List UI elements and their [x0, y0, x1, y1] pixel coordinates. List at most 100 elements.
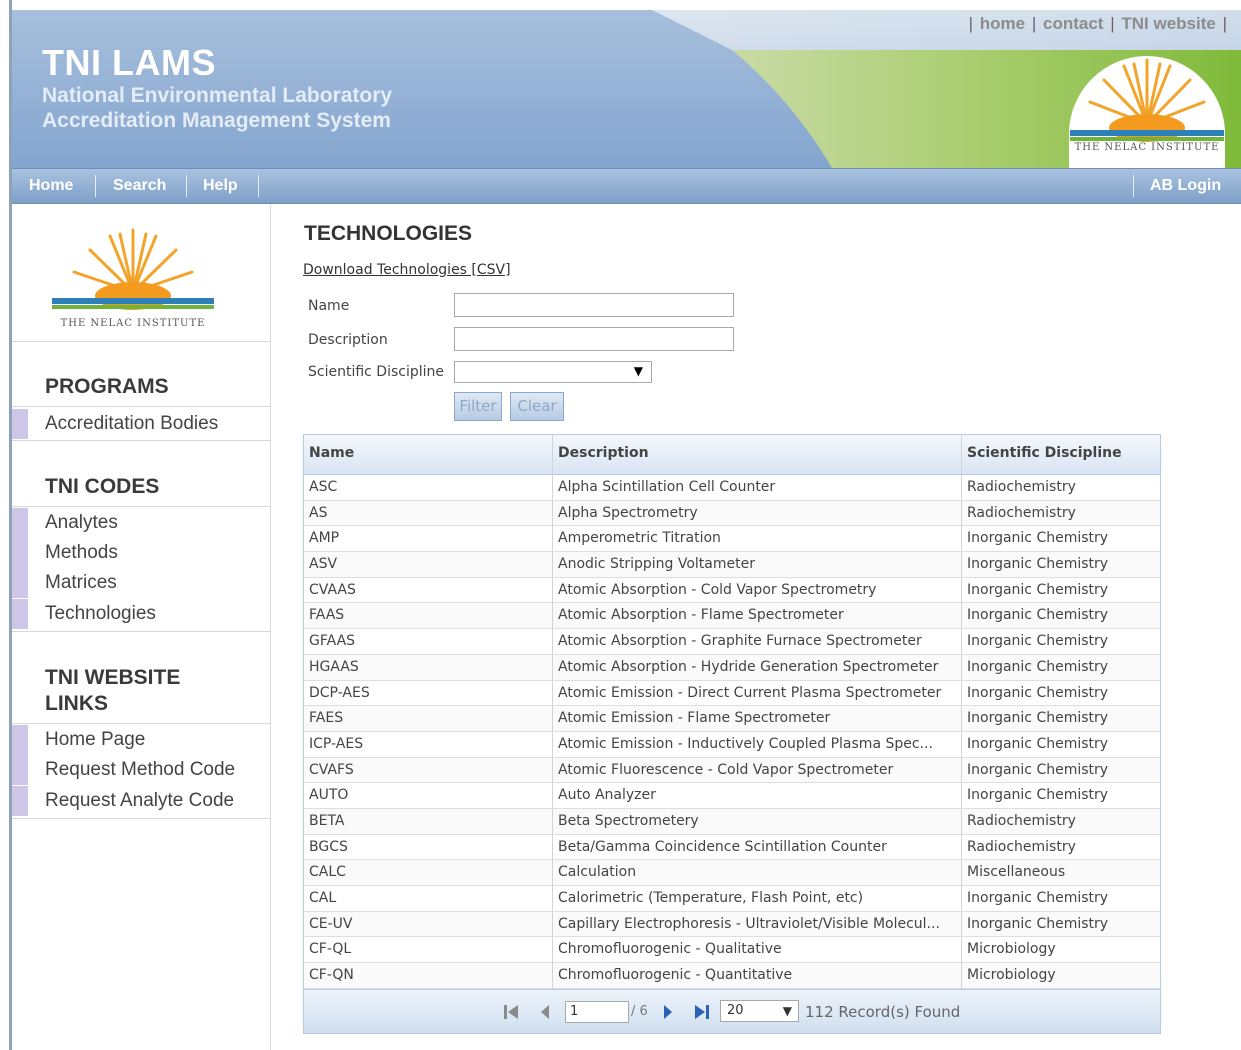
cell-scientific-discipline: Radiochemistry: [961, 808, 1160, 834]
table-row[interactable]: AS Alpha Spectrometry Radiochemistry: [304, 500, 1160, 527]
top-link-tni-website[interactable]: TNI website: [1121, 14, 1215, 33]
sidebar-item-label: Accreditation Bodies: [45, 413, 219, 434]
site-title: TNI LAMS: [42, 42, 216, 83]
table-row[interactable]: BETA Beta Spectrometery Radiochemistry: [304, 808, 1160, 835]
cell-description: Atomic Fluorescence - Cold Vapor Spectro…: [552, 757, 961, 783]
table-row[interactable]: FAAS Atomic Absorption - Flame Spectromet…: [304, 603, 1160, 630]
description-input[interactable]: [454, 327, 734, 351]
sidebar-item-label: Request Analyte Code: [45, 790, 235, 811]
first-page-icon[interactable]: [502, 1003, 520, 1021]
cell-scientific-discipline: Inorganic Chemistry: [961, 654, 1160, 680]
sidebar-divider: [12, 341, 270, 342]
cell-description: Chromofluorogenic - Quantitative: [552, 963, 961, 988]
cell-name: GFAAS: [309, 633, 356, 650]
table-row[interactable]: FAES Atomic Emission - Flame Spectrometer…: [304, 706, 1160, 732]
table-row[interactable]: ASV Anodic Stripping Voltameter Inorganic …: [304, 552, 1160, 578]
sidebar-item-marker: [12, 568, 28, 598]
table-row[interactable]: AUTO Auto Analyzer Inorganic Chemistry: [304, 783, 1160, 809]
cell-description: Atomic Emission - Flame Spectrometer: [552, 706, 961, 731]
sidebar-item-marker: [12, 725, 28, 755]
table-row[interactable]: CVAAS Atomic Absorption - Cold Vapor Spec…: [304, 577, 1160, 604]
dropdown-arrow-icon: ▼: [782, 1003, 792, 1018]
page-number-input[interactable]: 1: [565, 1000, 629, 1023]
sidebar-divider: [12, 631, 270, 632]
table-row[interactable]: CALC Calculation Miscellaneous: [304, 860, 1160, 886]
table-row[interactable]: GFAAS Atomic Absorption - Graphite Furnac…: [304, 629, 1160, 655]
top-link-separator: |: [1222, 14, 1227, 33]
table-row[interactable]: CAL Calorimetric (Temperature, Flash Poin…: [304, 886, 1160, 912]
cell-description: Alpha Scintillation Cell Counter: [552, 475, 961, 500]
last-page-icon[interactable]: [693, 1003, 711, 1021]
scientific-discipline-label: Scientific Discipline: [308, 364, 445, 380]
cell-description: Beta/Gamma Coincidence Scintillation Cou…: [552, 834, 961, 860]
prev-page-icon[interactable]: [538, 1003, 552, 1021]
description-label: Description: [308, 332, 388, 348]
cell-scientific-discipline: Radiochemistry: [961, 834, 1160, 860]
cell-name: CE-UV: [309, 915, 353, 932]
cell-description: Alpha Spectrometry: [552, 500, 961, 526]
table-row[interactable]: AMP Amperometric Titration Inorganic Chemi…: [304, 526, 1160, 553]
cell-description: Atomic Emission - Inductively Coupled Pl…: [552, 731, 961, 757]
sidebar-item-request-method-code[interactable]: Request Method Code: [12, 755, 270, 785]
next-page-icon[interactable]: [661, 1003, 675, 1021]
column-header-scientific-discipline[interactable]: Scientific Discipline: [961, 435, 1160, 474]
name-input[interactable]: [454, 293, 734, 317]
download-csv-link[interactable]: Download Technologies [CSV]: [303, 262, 511, 278]
sidebar-item-matrices[interactable]: Matrices: [12, 568, 270, 598]
cell-scientific-discipline: Miscellaneous: [961, 860, 1160, 885]
cell-scientific-discipline: Inorganic Chemistry: [961, 911, 1160, 937]
clear-button[interactable]: Clear: [510, 392, 564, 421]
scientific-discipline-select[interactable]: ▼: [454, 361, 652, 383]
cell-description: Auto Analyzer: [552, 783, 961, 808]
sidebar-item-accreditation-bodies[interactable]: Accreditation Bodies: [12, 409, 270, 439]
table-row[interactable]: BGCS Beta/Gamma Coincidence Scintillation…: [304, 834, 1160, 861]
nav-home[interactable]: Home: [29, 177, 73, 195]
table-row[interactable]: HGAAS Atomic Absorption - Hydride Generat…: [304, 654, 1160, 681]
table-row[interactable]: CF-QL Chromofluorogenic - Qualitative Micr…: [304, 937, 1160, 964]
table-row[interactable]: ICP-AES Atomic Emission - Inductively Cou…: [304, 731, 1160, 758]
sidebar-item-analytes[interactable]: Analytes: [12, 508, 270, 538]
nav-separator: [1133, 175, 1134, 197]
sidebar-divider: [12, 406, 270, 407]
sidebar-divider: [12, 723, 270, 724]
top-links: | home | contact | TNI website |: [967, 14, 1229, 34]
cell-name: AMP: [309, 530, 340, 547]
top-link-home[interactable]: home: [980, 14, 1025, 33]
cell-scientific-discipline: Inorganic Chemistry: [961, 629, 1160, 654]
sidebar-item-technologies[interactable]: Technologies: [12, 599, 270, 629]
cell-name: CVAAS: [309, 581, 356, 598]
table-row[interactable]: CF-QN Chromofluorogenic - Quantitative Mic…: [304, 963, 1160, 989]
sidebar-divider: [12, 818, 270, 819]
cell-description: Atomic Absorption - Graphite Furnace Spe…: [552, 629, 961, 654]
sidebar-heading-line1: TNI WEBSITE: [45, 666, 181, 689]
cell-scientific-discipline: Inorganic Chemistry: [961, 552, 1160, 577]
table-row[interactable]: CE-UV Capillary Electrophoresis - Ultravi…: [304, 911, 1160, 938]
cell-scientific-discipline: Inorganic Chemistry: [961, 706, 1160, 731]
top-link-contact[interactable]: contact: [1043, 14, 1103, 33]
sidebar-item-label: Methods: [45, 542, 118, 563]
ab-login-link[interactable]: AB Login: [1150, 177, 1221, 195]
column-header-description[interactable]: Description: [552, 435, 961, 474]
sidebar-nelac-logo: THE NELAC INSTITUTE: [52, 228, 214, 329]
sidebar-item-home-page[interactable]: Home Page: [12, 725, 270, 755]
cell-name: FAAS: [309, 607, 345, 624]
nav-help[interactable]: Help: [203, 177, 238, 195]
cell-description: Atomic Absorption - Cold Vapor Spectrome…: [552, 577, 961, 603]
sidebar-item-methods[interactable]: Methods: [12, 538, 270, 568]
table-row[interactable]: CVAFS Atomic Fluorescence - Cold Vapor Sp…: [304, 757, 1160, 784]
page-size-select[interactable]: 20 ▼: [720, 999, 799, 1022]
column-header-name[interactable]: Name: [304, 435, 552, 474]
cell-name: AUTO: [309, 787, 349, 804]
dropdown-arrow-icon: ▼: [633, 364, 643, 378]
table-pager: 1 / 6 20 ▼ 112 Record(s) Found: [304, 988, 1160, 1033]
table-row[interactable]: DCP-AES Atomic Emission - Direct Current …: [304, 680, 1160, 707]
table-row[interactable]: ASC Alpha Scintillation Cell Counter Radio…: [304, 475, 1160, 501]
sidebar-heading-tni-website-links: TNI WEBSITE LINKS: [45, 665, 180, 717]
cell-description: Calculation: [552, 860, 961, 885]
nav-search[interactable]: Search: [113, 177, 166, 195]
cell-scientific-discipline: Inorganic Chemistry: [961, 526, 1160, 552]
cell-name: ASV: [309, 556, 338, 573]
sidebar-item-request-analyte-code[interactable]: Request Analyte Code: [12, 786, 270, 816]
filter-button[interactable]: Filter: [454, 392, 502, 421]
sidebar-item-marker: [12, 755, 28, 785]
